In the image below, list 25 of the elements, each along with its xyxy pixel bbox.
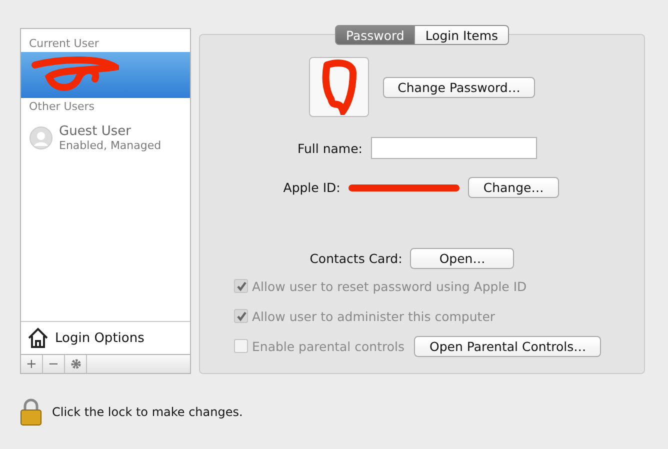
remove-button[interactable]: − — [43, 355, 65, 373]
checkbox-label: Enable parental controls — [252, 338, 404, 354]
section-heading: Current User — [28, 36, 100, 52]
section-heading: Other Users — [28, 99, 96, 115]
add-button[interactable]: + — [21, 355, 43, 373]
field-label: Apple ID: — [283, 180, 340, 195]
house-icon — [27, 327, 49, 349]
lock-message: Click the lock to make changes. — [52, 405, 243, 419]
checkbox-label: Allow user to administer this computer — [252, 308, 496, 324]
change-button[interactable]: Change… — [468, 177, 559, 198]
user-status: Enabled, Managed — [59, 139, 162, 152]
avatar-icon — [29, 126, 53, 150]
change-password-button[interactable]: Change Password… — [382, 76, 536, 98]
field-label: Full name: — [297, 140, 362, 156]
open-button[interactable]: Open… — [410, 248, 514, 269]
gear-icon — [70, 358, 82, 370]
login-options-label[interactable]: Login Options — [55, 330, 144, 346]
user-name: Guest User — [59, 124, 132, 139]
lock-icon[interactable] — [20, 398, 42, 426]
tab[interactable]: Login Items — [415, 25, 510, 45]
user-row[interactable]: Guest User Enabled, Managed — [21, 115, 190, 161]
full-name-field[interactable] — [370, 137, 536, 159]
field-label: Contacts Card: — [310, 251, 402, 266]
tab[interactable]: Password — [334, 25, 416, 45]
checkbox-label: Allow user to reset password using Apple ID — [252, 278, 527, 294]
